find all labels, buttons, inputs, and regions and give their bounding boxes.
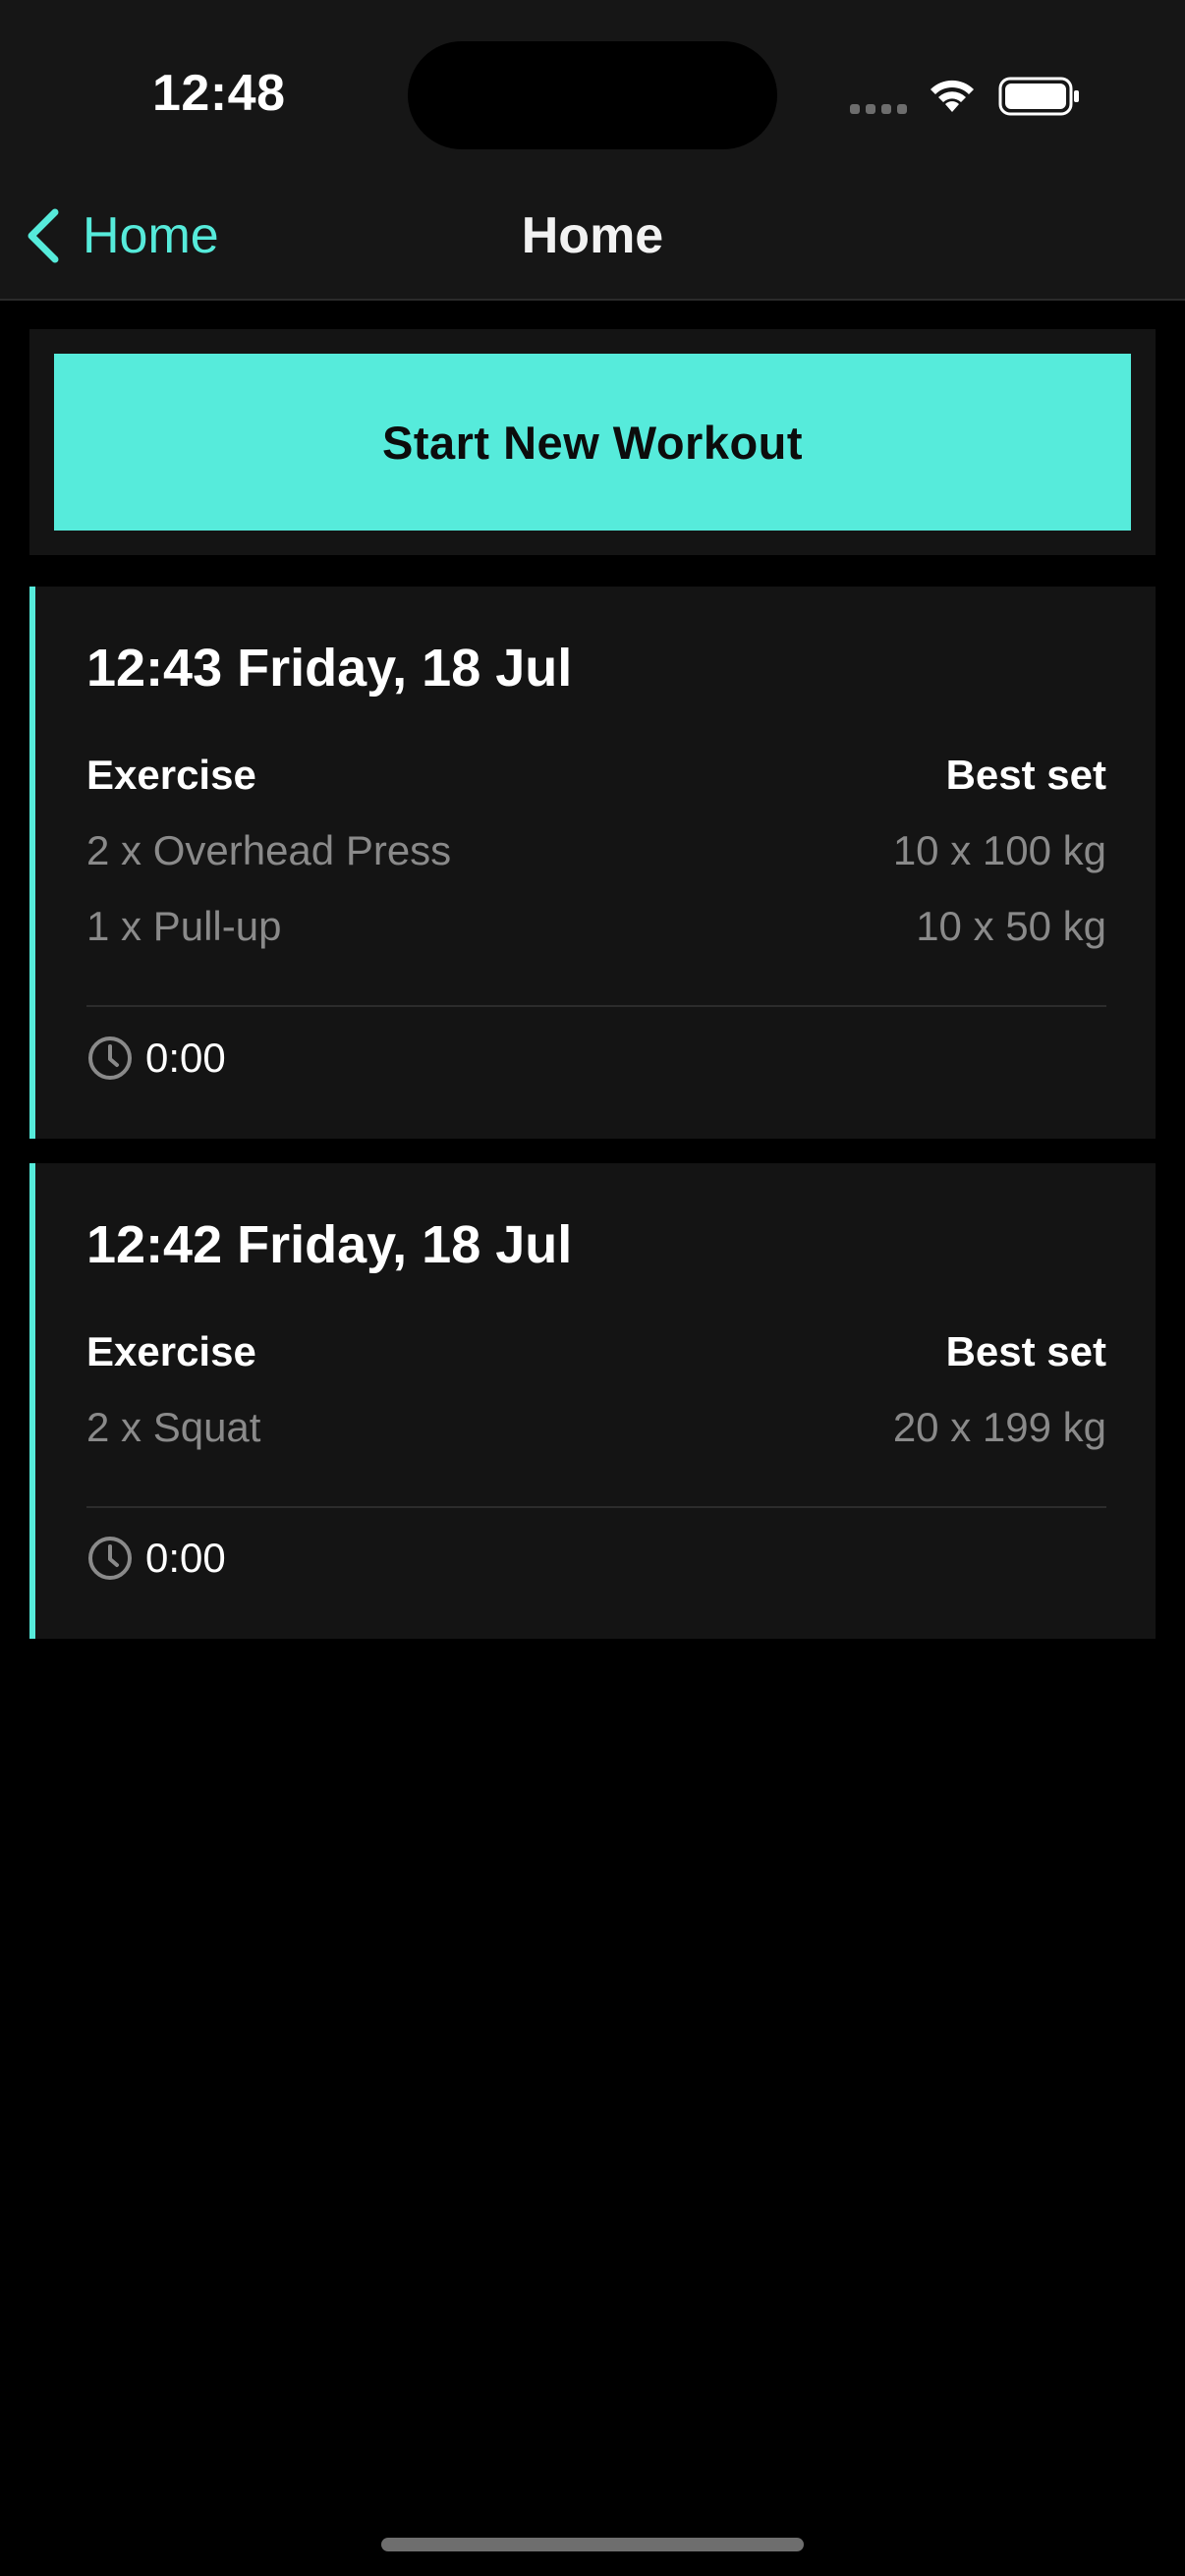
duration-text: 0:00	[145, 1035, 226, 1081]
clock-icon	[88, 1537, 132, 1580]
wifi-icon	[931, 80, 974, 112]
exercise-column-header: Exercise	[86, 1328, 256, 1374]
workout-title: 12:42 Friday, 18 Jul	[86, 1215, 573, 1274]
home-indicator[interactable]	[381, 2538, 804, 2551]
exercise-name: 2 x Squat	[86, 1404, 261, 1450]
exercise-name: 2 x Overhead Press	[86, 827, 452, 873]
divider	[86, 1506, 1106, 1508]
battery-icon	[998, 77, 1079, 116]
workout-duration: 0:00	[86, 1535, 226, 1582]
best-set-column-header: Best set	[945, 752, 1106, 798]
status-time: 12:48	[152, 65, 286, 122]
cellular-signal-icon	[850, 104, 907, 114]
best-set-value: 10 x 50 kg	[916, 903, 1106, 949]
clock-icon	[88, 1036, 132, 1080]
exercise-name: 1 x Pull-up	[86, 903, 282, 949]
duration-text: 0:00	[145, 1535, 226, 1581]
workout-card[interactable]: 12:42 Friday, 18 Jul Exercise Best set 2…	[29, 1163, 1156, 1639]
start-workout-card: Start New Workout	[29, 329, 1156, 555]
divider	[86, 1005, 1106, 1007]
start-new-workout-button[interactable]: Start New Workout	[54, 354, 1131, 531]
workout-card[interactable]: 12:43 Friday, 18 Jul Exercise Best set 2…	[29, 587, 1156, 1139]
workout-title: 12:43 Friday, 18 Jul	[86, 639, 573, 698]
status-bar: 12:48	[0, 0, 1185, 177]
page-title: Home	[521, 207, 664, 264]
workout-duration: 0:00	[86, 1035, 226, 1082]
best-set-value: 10 x 100 kg	[892, 827, 1106, 873]
best-set-column-header: Best set	[945, 1328, 1106, 1374]
dynamic-island	[408, 41, 777, 149]
best-set-value: 20 x 199 kg	[892, 1404, 1106, 1450]
exercise-column-header: Exercise	[86, 752, 256, 798]
navigation-bar: Home Home	[0, 177, 1185, 301]
